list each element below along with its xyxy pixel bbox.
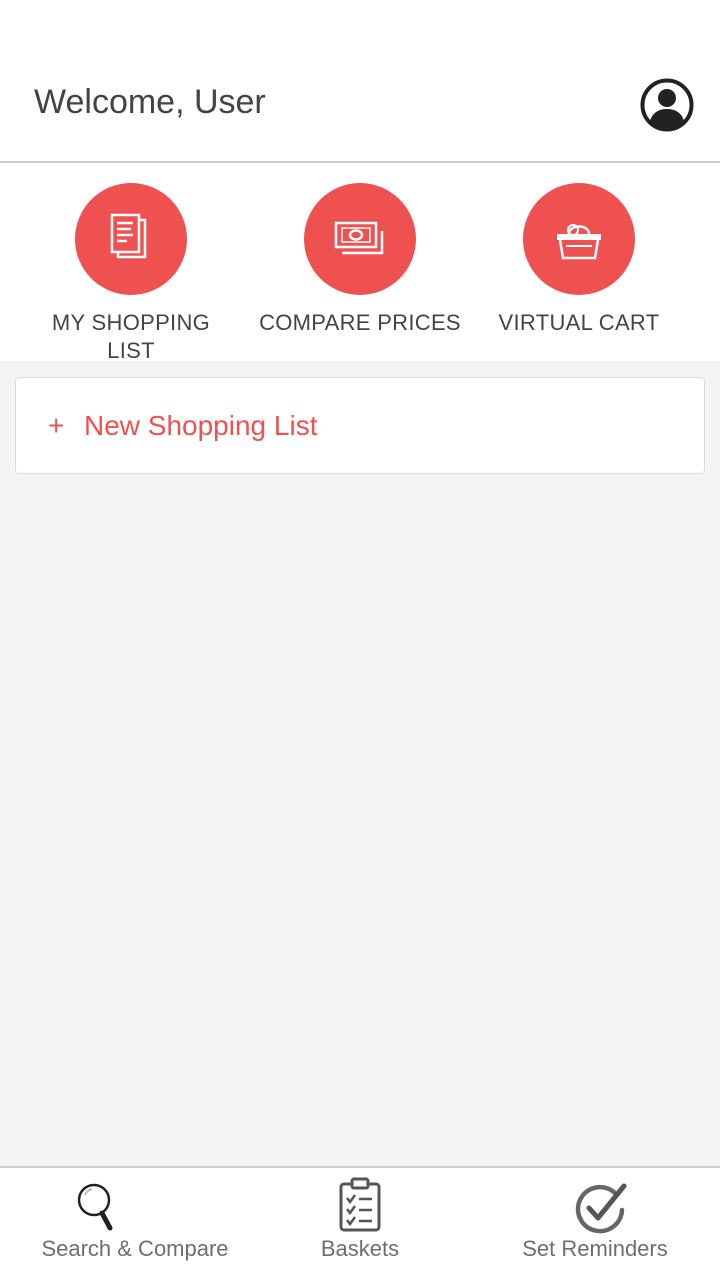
virtual-cart-label: VIRTUAL CART xyxy=(498,310,660,335)
nav-baskets-label: Baskets xyxy=(320,1236,400,1261)
money-bills-icon xyxy=(334,221,384,255)
compare-prices-button[interactable]: COMPARE PRICES xyxy=(250,183,470,358)
nav-search-compare-label: Search & Compare xyxy=(41,1236,229,1261)
virtual-cart-button[interactable]: VIRTUAL CART xyxy=(469,183,689,358)
profile-button[interactable] xyxy=(640,78,694,132)
quick-actions: MY SHOPPING LIST COMPARE PRICES VIRTUAL … xyxy=(0,163,720,363)
nav-set-reminders-label: Set Reminders xyxy=(522,1236,668,1261)
welcome-title: Welcome, User xyxy=(34,83,266,121)
nav-set-reminders[interactable]: Set Reminders xyxy=(500,1168,690,1280)
compare-prices-label: COMPARE PRICES xyxy=(259,310,461,335)
compare-prices-circle xyxy=(304,183,416,295)
plus-icon: + xyxy=(48,409,65,441)
header: Welcome, User xyxy=(0,0,720,163)
new-shopping-list-label: New Shopping List xyxy=(84,409,318,441)
magnifier-icon xyxy=(77,1183,113,1231)
my-shopping-list-circle xyxy=(75,183,187,295)
my-shopping-list-button[interactable]: MY SHOPPING LIST xyxy=(21,183,241,363)
document-list-icon xyxy=(110,213,147,259)
nav-search-compare[interactable]: Search & Compare xyxy=(20,1168,250,1280)
app-screen: Welcome, User MY SHOPPING LIST COMPARE P… xyxy=(0,0,720,1280)
clipboard-checklist-icon xyxy=(339,1177,381,1232)
virtual-cart-circle xyxy=(523,183,635,295)
shopping-basket-icon xyxy=(557,224,601,260)
my-shopping-list-label: MY SHOPPING LIST xyxy=(51,310,211,363)
account-circle-icon xyxy=(640,78,694,132)
new-shopping-list-button[interactable]: + New Shopping List xyxy=(15,377,705,474)
bottom-navigation: Search & Compare Baskets Set Reminders xyxy=(0,1166,720,1280)
nav-baskets[interactable]: Baskets xyxy=(280,1168,440,1280)
check-circle-icon xyxy=(575,1183,627,1234)
